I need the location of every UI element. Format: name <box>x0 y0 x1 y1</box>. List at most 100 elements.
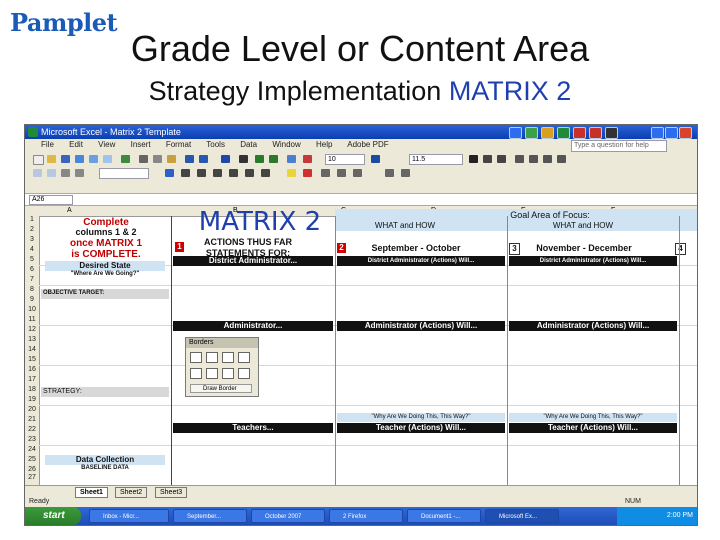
quicklaunch-icon-4[interactable] <box>557 127 570 139</box>
font-size-select[interactable]: 11.5 <box>409 154 463 165</box>
row-number[interactable]: 2 <box>25 226 39 233</box>
menu-file[interactable]: File <box>41 140 54 149</box>
row-number[interactable]: 21 <box>25 416 39 423</box>
bottom-border-icon[interactable] <box>213 169 222 177</box>
bold-icon[interactable] <box>469 155 478 163</box>
row-number[interactable]: 12 <box>25 326 39 333</box>
row-number[interactable]: 3 <box>25 236 39 243</box>
quicklaunch-icon-1[interactable] <box>509 127 522 139</box>
print-icon[interactable] <box>89 155 98 163</box>
task-document[interactable]: Document1 -... <box>407 509 481 523</box>
task-inbox[interactable]: Inbox - Micr... <box>89 509 169 523</box>
border-style-icon[interactable] <box>190 352 202 363</box>
row-number[interactable]: 22 <box>25 426 39 433</box>
start-button[interactable]: start <box>25 507 81 525</box>
merge-center-icon[interactable] <box>557 155 566 163</box>
cut-icon[interactable] <box>139 155 148 163</box>
row-number[interactable]: 17 <box>25 376 39 383</box>
save-icon[interactable] <box>61 155 70 163</box>
quicklaunch-icon-5[interactable] <box>573 127 586 139</box>
align-left-icon[interactable] <box>515 155 524 163</box>
sort-ascending-icon[interactable] <box>255 155 264 163</box>
currency-icon[interactable] <box>61 169 70 177</box>
reply-with-changes-select[interactable] <box>99 168 149 179</box>
border-style-icon[interactable] <box>238 368 250 379</box>
row-number[interactable]: 10 <box>25 306 39 313</box>
zoom-select[interactable]: 10 <box>325 154 365 165</box>
row-number[interactable]: 8 <box>25 286 39 293</box>
align-center-icon[interactable] <box>529 155 538 163</box>
column-header-a[interactable]: A <box>67 207 72 214</box>
autosum-icon[interactable] <box>239 155 248 163</box>
menu-tools[interactable]: Tools <box>206 140 225 149</box>
task-firefox[interactable]: 2 Firefox <box>329 509 403 523</box>
task-excel[interactable]: Microsoft Ex... <box>485 509 559 523</box>
row-number[interactable]: 19 <box>25 396 39 403</box>
row-number[interactable]: 26 <box>25 466 39 473</box>
border-icon[interactable] <box>165 169 174 177</box>
row-number[interactable]: 15 <box>25 356 39 363</box>
copy-icon[interactable] <box>153 155 162 163</box>
menu-help[interactable]: Help <box>316 140 332 149</box>
row-number[interactable]: 25 <box>25 456 39 463</box>
right-border-icon[interactable] <box>245 169 254 177</box>
inside-border-icon[interactable] <box>197 169 206 177</box>
underline-icon[interactable] <box>497 155 506 163</box>
print-preview-icon[interactable] <box>103 155 112 163</box>
format-cells-icon[interactable] <box>321 169 330 177</box>
outline-border-icon[interactable] <box>181 169 190 177</box>
menu-format[interactable]: Format <box>166 140 191 149</box>
row-number[interactable]: 4 <box>25 246 39 253</box>
undo-icon[interactable] <box>185 155 194 163</box>
decrease-indent-icon[interactable] <box>337 169 346 177</box>
quicklaunch-icon-2[interactable] <box>525 127 538 139</box>
row-number[interactable]: 9 <box>25 296 39 303</box>
italic-icon[interactable] <box>483 155 492 163</box>
row-number[interactable]: 5 <box>25 256 39 263</box>
row-number[interactable]: 27 <box>25 474 39 481</box>
help-search-input[interactable]: Type a question for help <box>571 140 667 152</box>
reviewing-icon[interactable] <box>401 169 410 177</box>
row-number[interactable]: 6 <box>25 266 39 273</box>
row-number[interactable]: 23 <box>25 436 39 443</box>
chart-wizard-icon[interactable] <box>287 155 296 163</box>
task-october[interactable]: October 2007 <box>251 509 325 523</box>
open-icon[interactable] <box>47 155 56 163</box>
comment-icon[interactable] <box>385 169 394 177</box>
sort-descending-icon[interactable] <box>269 155 278 163</box>
merge-icon[interactable] <box>33 169 42 177</box>
menu-data[interactable]: Data <box>240 140 257 149</box>
task-september[interactable]: September... <box>173 509 247 523</box>
align-right-icon[interactable] <box>543 155 552 163</box>
maximize-button[interactable] <box>665 127 678 139</box>
quicklaunch-icon-7[interactable] <box>605 127 618 139</box>
menu-adobe-pdf[interactable]: Adobe PDF <box>347 140 388 149</box>
increase-indent-icon[interactable] <box>353 169 362 177</box>
row-number[interactable]: 1 <box>25 216 39 223</box>
top-border-icon[interactable] <box>229 169 238 177</box>
border-style-icon[interactable] <box>190 368 202 379</box>
paste-icon[interactable] <box>167 155 176 163</box>
percent-icon[interactable] <box>75 169 84 177</box>
border-style-icon[interactable] <box>222 368 234 379</box>
name-box[interactable]: A26 <box>29 195 73 205</box>
border-style-icon[interactable] <box>222 352 234 363</box>
row-number[interactable]: 11 <box>25 316 39 323</box>
help-icon[interactable] <box>371 155 380 163</box>
row-number[interactable]: 16 <box>25 366 39 373</box>
menu-insert[interactable]: Insert <box>131 140 151 149</box>
fill-color-icon[interactable] <box>287 169 296 177</box>
menu-view[interactable]: View <box>98 140 115 149</box>
permission-icon[interactable] <box>75 155 84 163</box>
row-number[interactable]: 13 <box>25 336 39 343</box>
left-border-icon[interactable] <box>261 169 270 177</box>
drawing-icon[interactable] <box>303 155 312 163</box>
wrap-icon[interactable] <box>47 169 56 177</box>
row-number[interactable]: 18 <box>25 386 39 393</box>
menu-edit[interactable]: Edit <box>69 140 83 149</box>
new-icon[interactable] <box>33 155 44 165</box>
row-number[interactable]: 7 <box>25 276 39 283</box>
draw-border-button[interactable]: Draw Border <box>190 384 252 393</box>
row-number[interactable]: 14 <box>25 346 39 353</box>
hyperlink-icon[interactable] <box>221 155 230 163</box>
